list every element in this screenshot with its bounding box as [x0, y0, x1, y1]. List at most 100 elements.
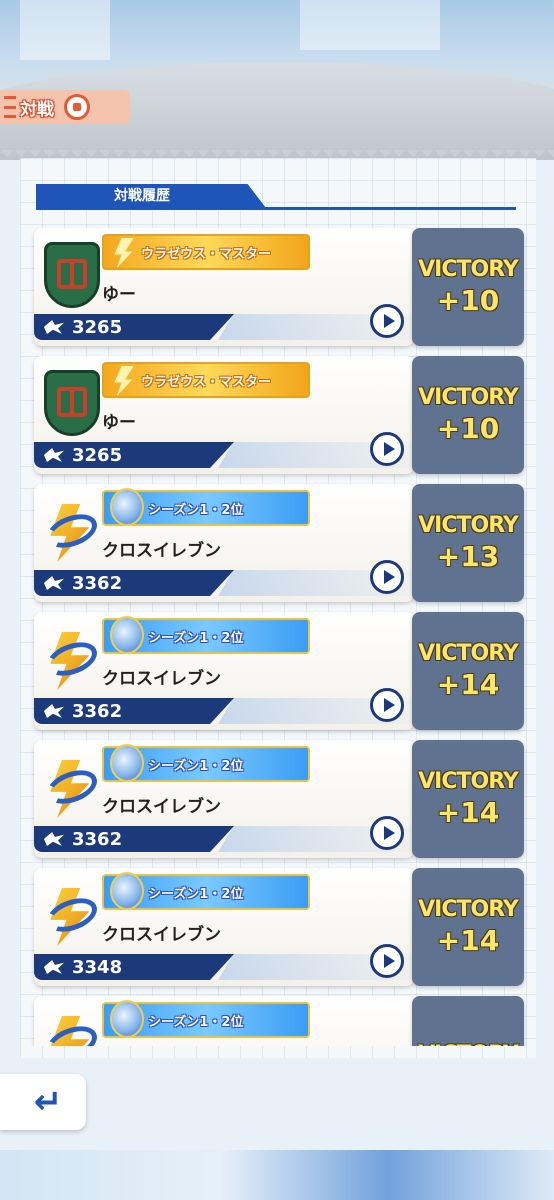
match-row[interactable]: シーズン1・2位 クロスイレブン 3362 VICTORY +14	[34, 740, 524, 858]
power-icon	[44, 576, 64, 590]
points-change: +10	[436, 284, 500, 317]
opponent-card[interactable]: ウラゼウス・マスター ゆー 3265	[34, 356, 414, 474]
footer-background	[0, 1150, 554, 1200]
result-label: VICTORY	[418, 257, 519, 282]
screen-title: 対戦	[20, 99, 54, 120]
back-button[interactable]: ↵	[0, 1074, 86, 1130]
result-label: VICTORY	[418, 385, 519, 410]
team-power: 3362	[34, 570, 234, 596]
menu-bars-icon	[4, 96, 16, 118]
result-box: VICTORY	[412, 996, 524, 1046]
power-icon	[44, 320, 64, 334]
gem-icon	[110, 872, 144, 910]
opponent-card[interactable]: ウラゼウス・マスター ゆー 3265	[34, 228, 414, 346]
title-badge: シーズン1・2位	[102, 488, 310, 526]
replay-play-button[interactable]	[370, 560, 404, 594]
result-box: VICTORY +14	[412, 740, 524, 858]
match-history-list[interactable]: ウラゼウス・マスター ゆー 3265 VICTORY +10 ウラゼウス・マスタ…	[0, 222, 554, 1046]
result-box: VICTORY +10	[412, 356, 524, 474]
gem-icon	[110, 488, 144, 526]
points-change: +14	[436, 796, 500, 829]
team-power-value: 3265	[72, 316, 123, 338]
gem-icon	[110, 1000, 144, 1038]
gem-icon	[110, 616, 144, 654]
team-power-value: 3362	[72, 828, 123, 850]
opponent-card[interactable]: シーズン1・2位 クロスイレブン 3348	[34, 868, 414, 986]
match-row[interactable]: シーズン1・2位 クロスイレブン 3362 VICTORY +13	[34, 484, 524, 602]
title-badge-label: シーズン1・2位	[148, 886, 244, 902]
points-change: +14	[436, 668, 500, 701]
title-badge-label: ウラゼウス・マスター	[140, 246, 271, 262]
screen-tab-header: 対戦	[0, 90, 130, 124]
return-arrow-icon: ↵	[33, 1082, 63, 1122]
title-badge: シーズン1・2位	[102, 872, 310, 910]
lightning-icon	[114, 366, 134, 396]
title-badge: シーズン1・2位	[102, 616, 310, 654]
result-label: VICTORY	[418, 769, 519, 794]
team-power: 3362	[34, 698, 234, 724]
section-title: 対戦履歴	[36, 184, 266, 208]
result-label: VICTORY	[418, 897, 519, 922]
match-row[interactable]: シーズン1・2位 クロスイレブン 3362 VICTORY +14	[34, 612, 524, 730]
result-box: VICTORY +14	[412, 868, 524, 986]
power-icon	[44, 448, 64, 462]
opponent-card[interactable]: シーズン1・2位 クロスイレブン 3362	[34, 612, 414, 730]
opponent-card[interactable]: シーズン1・2位 クロスイレブン 3362	[34, 484, 414, 602]
replay-play-button[interactable]	[370, 304, 404, 338]
match-row[interactable]: ウラゼウス・マスター ゆー 3265 VICTORY +10	[34, 356, 524, 474]
team-power: 3348	[34, 954, 234, 980]
title-badge: シーズン1・2位	[102, 1000, 310, 1038]
opponent-card[interactable]: シーズン1・2位	[34, 996, 414, 1046]
opponent-name: クロスイレブン	[102, 541, 221, 561]
result-box: VICTORY +13	[412, 484, 524, 602]
match-row[interactable]: シーズン1・2位 VICTORY	[34, 996, 524, 1046]
cross-eleven-emblem-icon	[42, 882, 102, 948]
title-badge: ウラゼウス・マスター	[102, 234, 310, 270]
opponent-name: クロスイレブン	[102, 669, 221, 689]
team-power-value: 3362	[72, 700, 123, 722]
power-icon	[44, 832, 64, 846]
title-badge-label: シーズン1・2位	[148, 758, 244, 774]
points-change: +13	[436, 540, 500, 573]
soccer-ball-icon	[64, 94, 90, 120]
result-box: VICTORY +14	[412, 612, 524, 730]
title-badge: ウラゼウス・マスター	[102, 362, 310, 398]
cross-eleven-emblem-icon	[42, 1010, 102, 1046]
result-label: VICTORY	[418, 513, 519, 538]
result-label: VICTORY	[418, 641, 519, 666]
match-row[interactable]: ウラゼウス・マスター ゆー 3265 VICTORY +10	[34, 228, 524, 346]
result-label: VICTORY	[418, 1042, 519, 1047]
opponent-name: クロスイレブン	[102, 797, 221, 817]
power-icon	[44, 960, 64, 974]
cross-eleven-emblem-icon	[42, 754, 102, 820]
opponent-name: ゆー	[102, 285, 136, 305]
header-background	[0, 0, 554, 160]
opponent-name: ゆー	[102, 413, 136, 433]
title-badge-label: シーズン1・2位	[148, 1014, 244, 1030]
team-power-value: 3362	[72, 572, 123, 594]
raimon-emblem-icon	[44, 242, 100, 308]
result-box: VICTORY +10	[412, 228, 524, 346]
power-icon	[44, 704, 64, 718]
cross-eleven-emblem-icon	[42, 498, 102, 564]
replay-play-button[interactable]	[370, 688, 404, 722]
title-badge-label: シーズン1・2位	[148, 630, 244, 646]
replay-play-button[interactable]	[370, 944, 404, 978]
section-underline	[36, 207, 516, 210]
opponent-card[interactable]: シーズン1・2位 クロスイレブン 3362	[34, 740, 414, 858]
replay-play-button[interactable]	[370, 816, 404, 850]
gem-icon	[110, 744, 144, 782]
opponent-name: クロスイレブン	[102, 925, 221, 945]
title-badge: シーズン1・2位	[102, 744, 310, 782]
cross-eleven-emblem-icon	[42, 626, 102, 692]
team-power: 3362	[34, 826, 234, 852]
section-header: 対戦履歴	[36, 184, 516, 210]
lightning-icon	[114, 238, 134, 268]
team-power: 3265	[34, 442, 234, 468]
raimon-emblem-icon	[44, 370, 100, 436]
team-power: 3265	[34, 314, 234, 340]
replay-play-button[interactable]	[370, 432, 404, 466]
match-row[interactable]: シーズン1・2位 クロスイレブン 3348 VICTORY +14	[34, 868, 524, 986]
points-change: +10	[436, 412, 500, 445]
team-power-value: 3348	[72, 956, 123, 978]
